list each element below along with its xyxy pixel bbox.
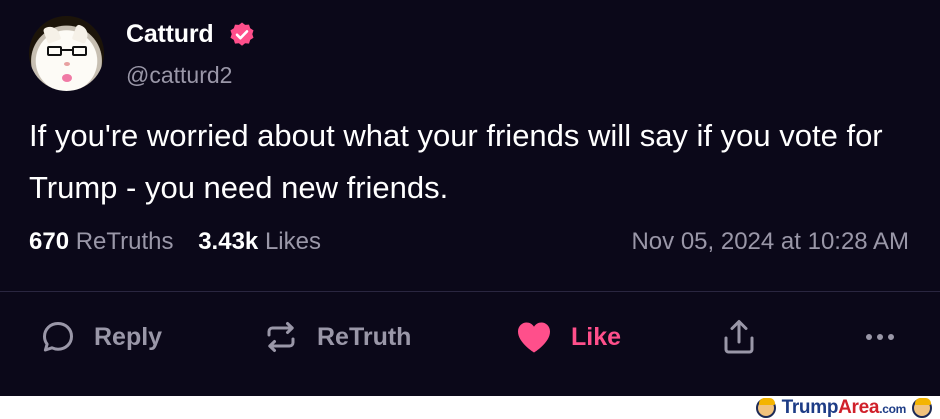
truth-post: Catturd @catturd2 If you're worried abou… — [0, 0, 940, 396]
retruths-stat[interactable]: 670 ReTruths — [29, 228, 174, 255]
divider — [0, 291, 940, 292]
trump-face-icon — [912, 397, 932, 418]
like-button[interactable]: Like — [515, 316, 621, 358]
reply-button[interactable]: Reply — [40, 316, 162, 358]
watermark-brand-1: Trump — [781, 396, 839, 418]
likes-label: Likes — [264, 228, 321, 255]
share-icon — [724, 320, 754, 354]
site-watermark: TrumpArea.com — [755, 396, 932, 419]
watermark-suffix: .com — [879, 401, 906, 416]
post-stats: 670 ReTruths 3.43k Likes — [29, 228, 321, 256]
avatar[interactable] — [29, 16, 104, 91]
trump-face-icon — [755, 397, 776, 418]
heart-icon — [518, 322, 550, 353]
watermark-text: TrumpArea.com — [781, 396, 907, 419]
reply-label: Reply — [94, 322, 163, 351]
display-name[interactable]: Catturd — [126, 20, 214, 49]
user-handle[interactable]: @catturd2 — [126, 62, 232, 89]
more-options-button[interactable] — [862, 316, 898, 358]
retruth-icon — [267, 322, 295, 352]
post-text: If you're worried about what your friend… — [29, 118, 883, 205]
retruths-count: 670 — [29, 228, 70, 255]
post-timestamp: Nov 05, 2024 at 10:28 AM — [631, 228, 909, 255]
verified-badge-icon — [230, 22, 254, 46]
likes-stat[interactable]: 3.43k Likes — [198, 228, 321, 255]
reply-icon — [43, 322, 73, 352]
share-button[interactable] — [722, 316, 756, 358]
likes-count: 3.43k — [198, 228, 259, 255]
retruths-label: ReTruths — [75, 228, 174, 255]
watermark-brand-2: Area — [838, 396, 880, 418]
more-icon — [866, 334, 894, 340]
retruth-label: ReTruth — [317, 322, 412, 351]
like-label: Like — [571, 322, 622, 351]
watermark-bar: TrumpArea.com — [0, 396, 940, 419]
retruth-button[interactable]: ReTruth — [263, 316, 411, 358]
